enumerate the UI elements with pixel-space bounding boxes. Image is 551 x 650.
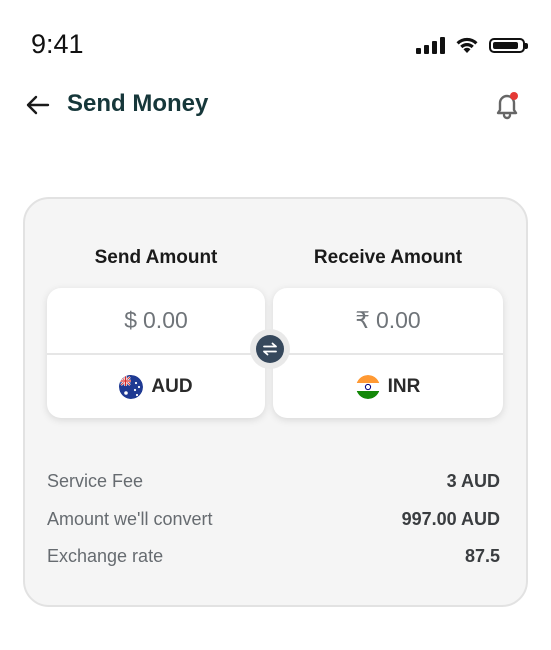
swap-icon <box>263 342 277 356</box>
send-currency-symbol: $ <box>124 307 138 333</box>
battery-icon <box>489 37 528 53</box>
bell-icon <box>496 92 518 120</box>
arrow-left-icon <box>26 95 50 115</box>
wifi-icon <box>456 37 478 53</box>
receive-currency-symbol: ₹ <box>355 307 370 333</box>
send-amount-input[interactable]: $ 0.00 <box>47 288 265 355</box>
notifications-button[interactable] <box>493 90 521 120</box>
receive-currency-selector[interactable]: INR <box>273 355 503 418</box>
receive-amount-box: ₹ 0.00 INR <box>273 288 503 418</box>
status-bar: 9:41 <box>0 0 551 90</box>
receive-amount-value: 0.00 <box>375 307 421 333</box>
send-amount-value: 0.00 <box>143 307 188 333</box>
status-icons <box>416 36 528 54</box>
send-amount-label: Send Amount <box>94 247 218 268</box>
signal-icon <box>416 36 445 54</box>
service-fee-row: Service Fee 3 AUD <box>47 471 500 492</box>
status-time: 9:41 <box>31 29 84 59</box>
receive-amount-label: Receive Amount <box>313 247 463 268</box>
australia-flag-icon <box>119 374 144 399</box>
back-button[interactable] <box>24 92 52 118</box>
convert-amount-row: Amount we'll convert 997.00 AUD <box>47 509 500 530</box>
exchange-rate-value: 87.5 <box>464 546 500 566</box>
service-fee-value: 3 AUD <box>446 471 500 491</box>
swap-button-inner <box>256 335 284 363</box>
receive-currency-code: INR <box>387 375 421 397</box>
exchange-rate-row: Exchange rate 87.5 <box>47 546 500 567</box>
exchange-rate-label: Exchange rate <box>47 546 164 566</box>
swap-currencies-button[interactable] <box>250 329 290 369</box>
send-amount-box: $ 0.00 AUD <box>47 288 265 418</box>
india-flag-icon <box>355 374 380 399</box>
page-title: Send Money <box>67 90 209 117</box>
convert-amount-label: Amount we'll convert <box>47 509 213 529</box>
service-fee-label: Service Fee <box>47 471 144 491</box>
send-currency-selector[interactable]: AUD <box>47 355 265 418</box>
header: Send Money <box>0 80 551 130</box>
converter-card: Send Amount Receive Amount $ 0.00 AUD ₹ … <box>23 197 528 607</box>
convert-amount-value: 997.00 AUD <box>401 509 500 529</box>
receive-amount-input[interactable]: ₹ 0.00 <box>273 288 503 355</box>
send-currency-code: AUD <box>151 375 193 397</box>
